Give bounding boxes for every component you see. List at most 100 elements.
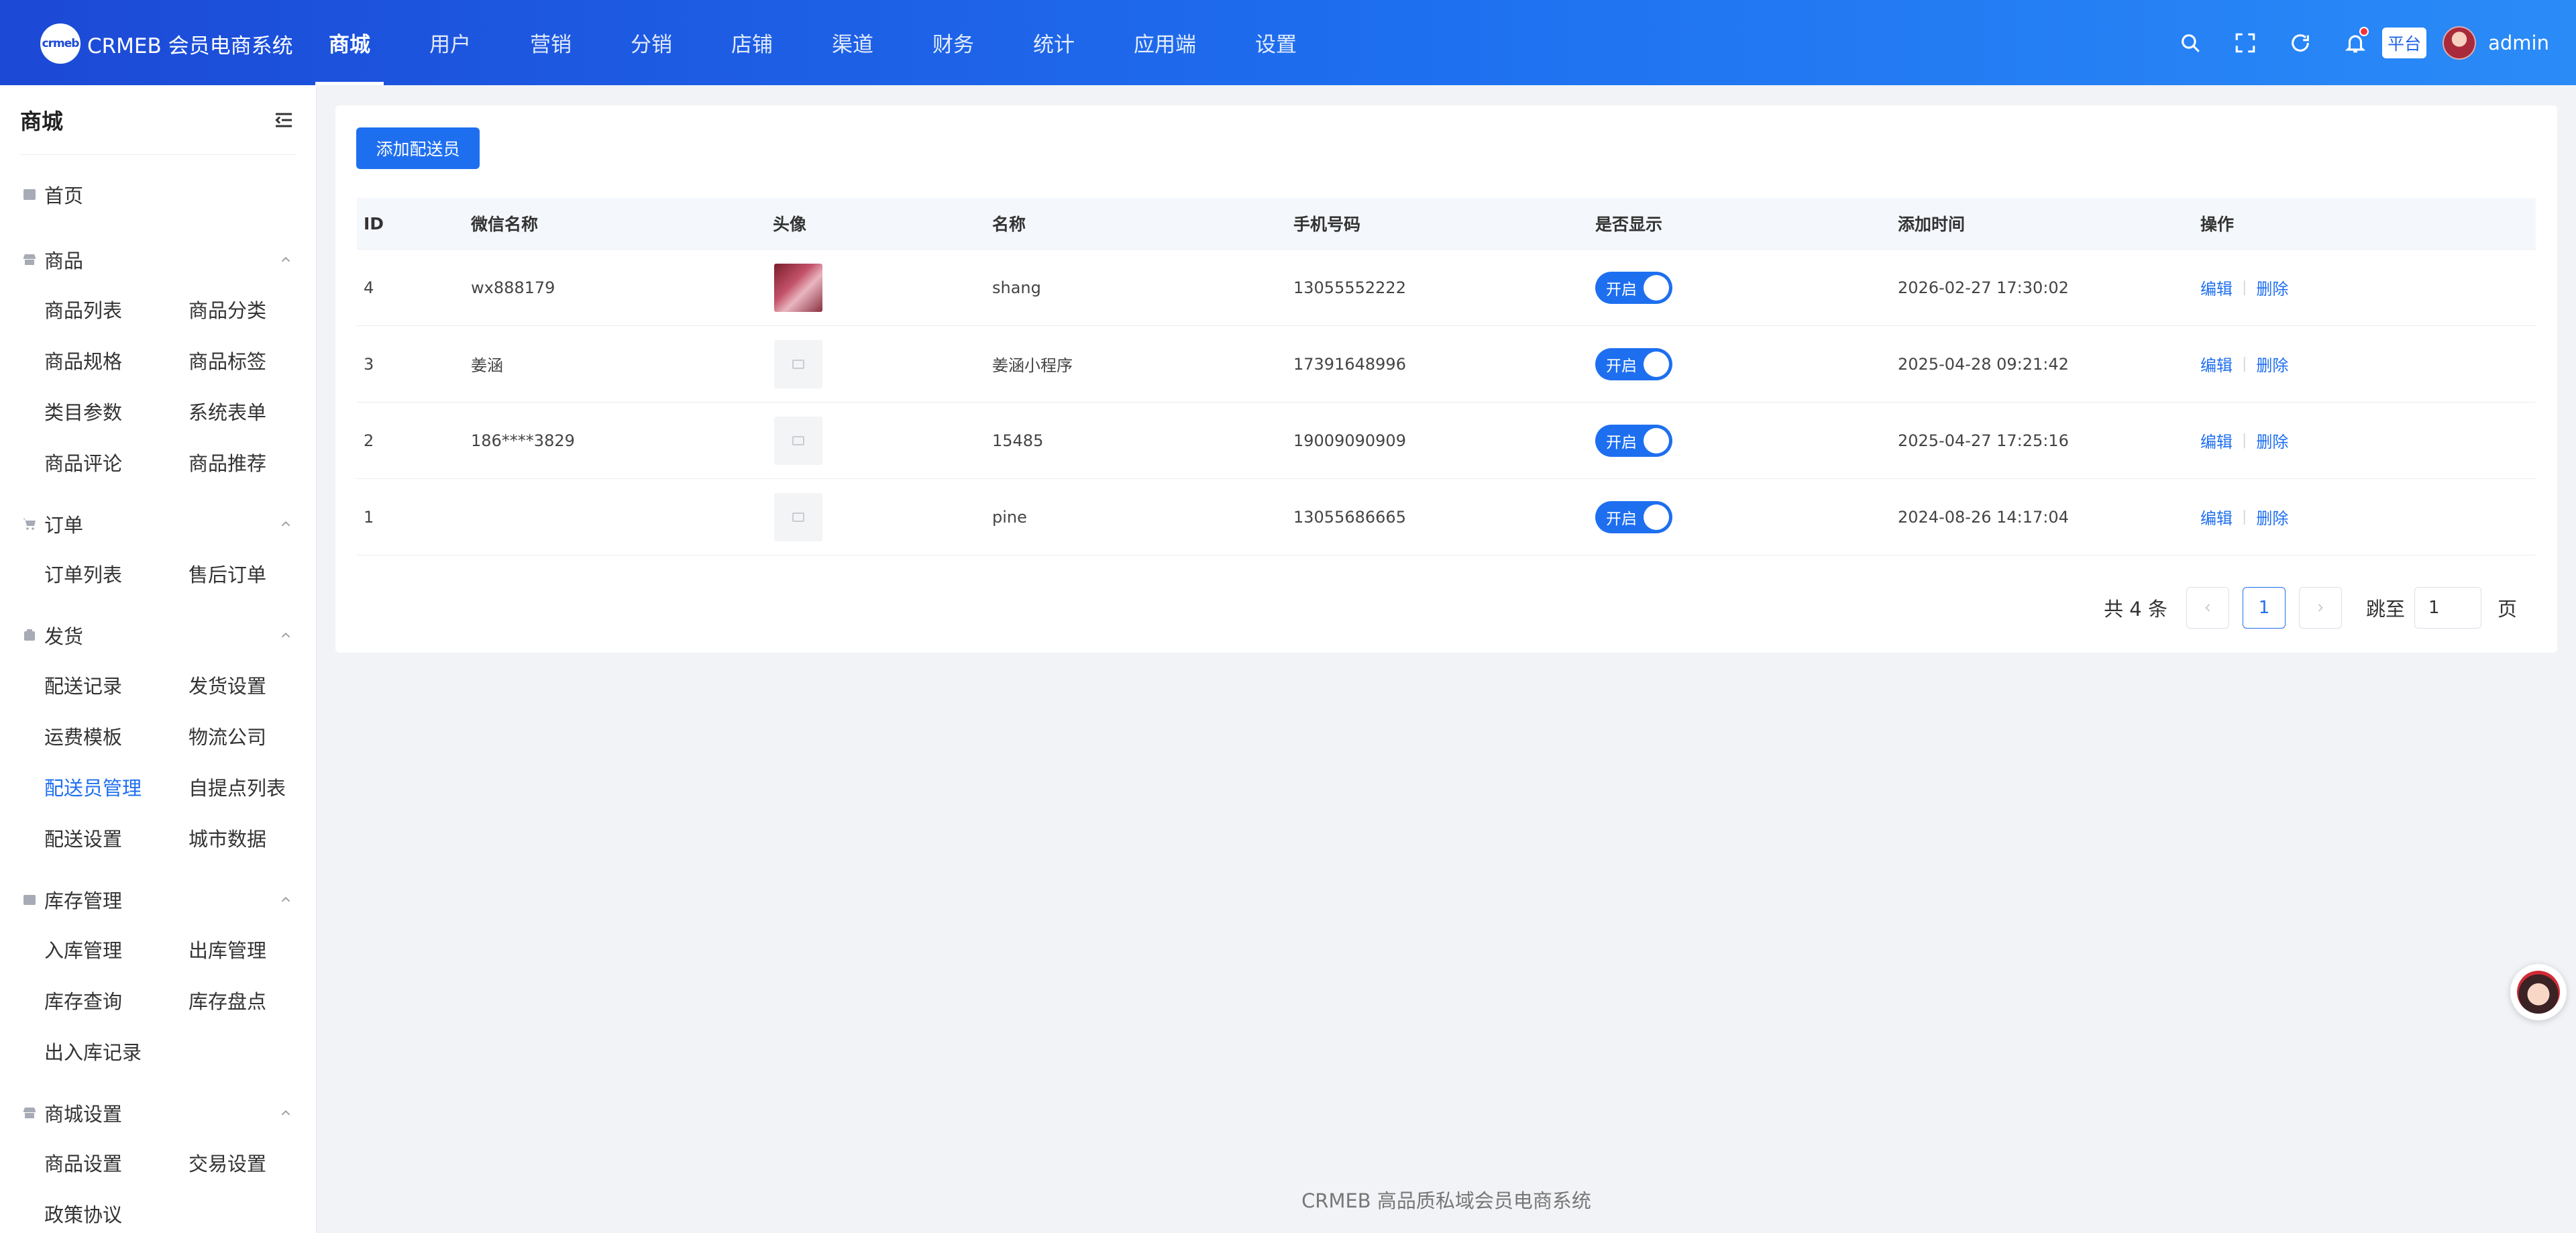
topnav-item-finance[interactable]: 财务 (919, 0, 987, 85)
delete-link[interactable]: 删除 (2256, 429, 2288, 452)
sidebar-group-toggle-delivery[interactable]: 发货 (0, 611, 316, 659)
sidebar-item-home[interactable]: 首页 (0, 166, 316, 223)
refresh-icon[interactable] (2286, 28, 2315, 58)
next-page-button[interactable] (2298, 587, 2342, 629)
delete-link[interactable]: 删除 (2256, 276, 2288, 299)
sidebar-item-freight-template[interactable]: 运费模板 (44, 710, 189, 761)
sidebar-item-city-data[interactable]: 城市数据 (189, 812, 316, 863)
jump-label: 跳至 (2365, 598, 2405, 621)
sidebar-item-product-category[interactable]: 商品分类 (189, 284, 316, 335)
sidebar-item-courier-management[interactable]: 配送员管理 (44, 761, 189, 812)
show-toggle[interactable]: 开启 (1595, 500, 1672, 533)
topnav-item-statistics[interactable]: 统计 (1020, 0, 1088, 85)
cell-actions: 编辑 | 删除 (2194, 352, 2536, 376)
topnav-item-store[interactable]: 店铺 (718, 0, 786, 85)
sidebar-item-delivery-settings[interactable]: 配送设置 (44, 812, 189, 863)
cell-avatar (766, 263, 985, 312)
cell-phone: 13055552222 (1293, 278, 1406, 297)
add-courier-button[interactable]: 添加配送员 (356, 127, 480, 169)
sidebar-item-category-params[interactable]: 类目参数 (44, 386, 189, 437)
footer-copyright: CRMEB 高品质私域会员电商系统 (1301, 1189, 1591, 1212)
action-divider: | (2242, 432, 2247, 449)
sidebar-group-delivery: 发货 配送记录 发货设置 运费模板 物流公司 配送员管理 自提点列表 配送设置 … (0, 611, 316, 863)
toggle-label: 开启 (1606, 280, 1637, 299)
sidebar-item-product-spec[interactable]: 商品规格 (44, 335, 189, 386)
show-toggle[interactable]: 开启 (1595, 424, 1672, 457)
cell-added-time: 2024-08-26 14:17:04 (1898, 507, 2069, 527)
jump-page-input[interactable] (2414, 587, 2481, 629)
page-number-button[interactable]: 1 (2242, 587, 2286, 629)
sidebar-item-product-settings[interactable]: 商品设置 (44, 1137, 189, 1188)
sidebar-item-stock-in[interactable]: 入库管理 (44, 924, 189, 975)
sidebar-item-stock-out[interactable]: 出库管理 (189, 924, 316, 975)
avatar-placeholder-icon[interactable] (774, 492, 822, 541)
column-header-wechat-name: 微信名称 (471, 215, 539, 234)
sidebar-item-system-form[interactable]: 系统表单 (189, 386, 316, 437)
avatar-placeholder-icon[interactable] (774, 339, 822, 388)
content-card: 添加配送员 ID 微信名称 头像 名称 手机号码 是否显示 添加时间 操作 4 … (335, 105, 2557, 653)
sidebar-item-aftersale-order[interactable]: 售后订单 (189, 548, 316, 599)
show-toggle[interactable]: 开启 (1595, 347, 1672, 380)
brand[interactable]: crmeb CRMEB 会员电商系统 (40, 23, 293, 64)
edit-link[interactable]: 编辑 (2200, 352, 2233, 376)
sidebar-item-trade-settings[interactable]: 交易设置 (189, 1137, 316, 1188)
sidebar-item-pickup-points[interactable]: 自提点列表 (189, 761, 316, 812)
customer-service-avatar[interactable] (2510, 964, 2567, 1020)
bell-icon[interactable] (2341, 26, 2370, 58)
table-row: 1 pine 13055686665 开启 2024-08-26 14:17:0… (357, 479, 2536, 555)
edit-link[interactable]: 编辑 (2200, 505, 2233, 529)
cell-wechat-name: 186****3829 (471, 431, 575, 450)
sidebar-item-logistics-company[interactable]: 物流公司 (189, 710, 316, 761)
sidebar-item-product-review[interactable]: 商品评论 (44, 437, 189, 488)
column-header-actions: 操作 (2200, 215, 2235, 234)
sidebar-group-title: 商城设置 (44, 1103, 123, 1126)
sidebar-group-toggle-mall-settings[interactable]: 商城设置 (0, 1089, 316, 1137)
sidebar-item-delivery-record[interactable]: 配送记录 (44, 659, 189, 710)
sidebar-group-toggle-product[interactable]: 商品 (0, 235, 316, 284)
topnav-item-mall[interactable]: 商城 (315, 0, 384, 85)
search-icon[interactable] (2176, 28, 2205, 58)
sidebar-item-product-recommend[interactable]: 商品推荐 (189, 437, 316, 488)
sidebar-item-order-list[interactable]: 订单列表 (44, 548, 189, 599)
avatar-placeholder-icon[interactable] (774, 416, 822, 465)
sidebar-item-product-tag[interactable]: 商品标签 (189, 335, 316, 386)
topnav-item-distribution[interactable]: 分销 (617, 0, 686, 85)
column-header-show: 是否显示 (1595, 215, 1663, 234)
sidebar-item-stock-record[interactable]: 出入库记录 (44, 1026, 189, 1077)
cell-added-time: 2025-04-27 17:25:16 (1898, 431, 2069, 450)
toggle-knob (1644, 274, 1669, 301)
table-row: 4 wx888179 shang 13055552222 开启 2026-02-… (357, 250, 2536, 326)
delete-link[interactable]: 删除 (2256, 352, 2288, 376)
edit-link[interactable]: 编辑 (2200, 429, 2233, 452)
cell-show: 开启 (1589, 347, 1891, 380)
cell-wechat-name: wx888179 (471, 278, 555, 297)
topnav-item-marketing[interactable]: 营销 (517, 0, 585, 85)
show-toggle[interactable]: 开启 (1595, 271, 1672, 304)
edit-link[interactable]: 编辑 (2200, 276, 2233, 299)
cell-show: 开启 (1589, 271, 1891, 304)
prev-page-button[interactable] (2186, 587, 2229, 629)
avatar-image[interactable] (774, 263, 822, 312)
topbar-actions: 平台 admin (2150, 0, 2549, 85)
sidebar-item-stock-check[interactable]: 库存盘点 (189, 975, 316, 1026)
sidebar-item-shipping-settings[interactable]: 发货设置 (189, 659, 316, 710)
sidebar-item-product-list[interactable]: 商品列表 (44, 284, 189, 335)
cell-avatar (766, 492, 985, 541)
topnav-item-channel[interactable]: 渠道 (818, 0, 887, 85)
user-avatar[interactable] (2443, 25, 2477, 60)
sidebar-group-toggle-order[interactable]: 订单 (0, 500, 316, 548)
cell-added-time: 2026-02-27 17:30:02 (1898, 278, 2069, 297)
topnav-item-user[interactable]: 用户 (416, 0, 484, 85)
user-name[interactable]: admin (2488, 32, 2549, 54)
sidebar-group-toggle-inventory[interactable]: 库存管理 (0, 875, 316, 924)
platform-badge[interactable]: 平台 (2382, 27, 2427, 58)
delete-link[interactable]: 删除 (2256, 505, 2288, 529)
topnav-item-settings[interactable]: 设置 (1242, 0, 1310, 85)
cart-icon (21, 516, 38, 532)
sidebar-item-policy[interactable]: 政策协议 (44, 1188, 189, 1233)
fullscreen-icon[interactable] (2231, 28, 2260, 58)
brand-title: CRMEB 会员电商系统 (87, 34, 293, 58)
topnav-item-app[interactable]: 应用端 (1120, 0, 1210, 85)
collapse-menu-icon[interactable] (272, 108, 296, 132)
sidebar-item-stock-query[interactable]: 库存查询 (44, 975, 189, 1026)
